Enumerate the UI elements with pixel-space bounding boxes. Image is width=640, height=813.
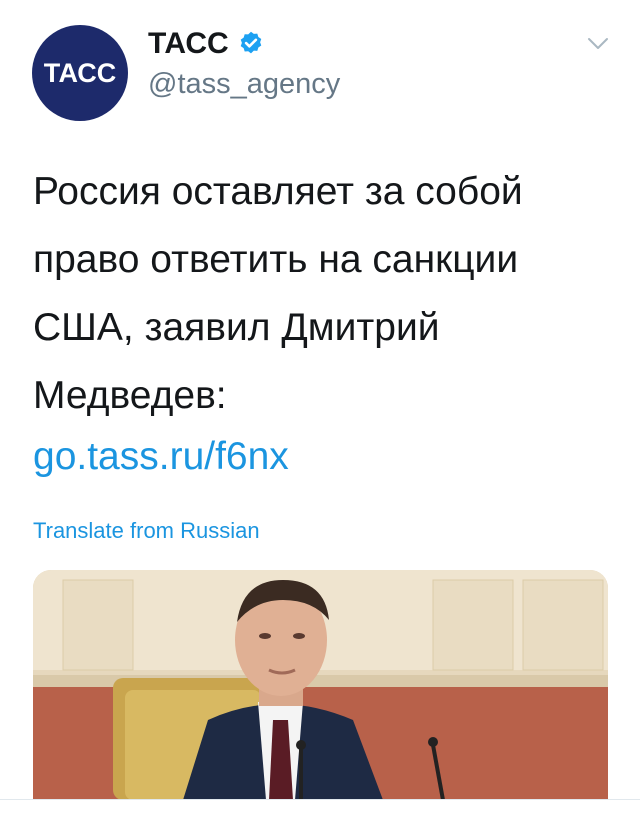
chevron-down-icon[interactable] <box>586 36 610 52</box>
tweet-text: Россия оставляет за собой право ответить… <box>33 170 523 417</box>
tweet-link[interactable]: go.tass.ru/f6nx <box>33 427 289 487</box>
author-name-row: ТАСС <box>148 26 265 62</box>
photo-media <box>33 570 608 800</box>
translate-button[interactable]: Translate from Russian <box>33 518 260 544</box>
display-name[interactable]: ТАСС <box>148 26 229 62</box>
verified-badge-icon <box>240 31 261 54</box>
account-handle[interactable]: @tass_agency <box>148 68 340 101</box>
avatar-logo: ТАСС <box>43 57 117 88</box>
avatar[interactable]: ТАСС <box>32 25 128 121</box>
tweet-photo[interactable] <box>33 570 608 800</box>
divider <box>0 799 640 800</box>
